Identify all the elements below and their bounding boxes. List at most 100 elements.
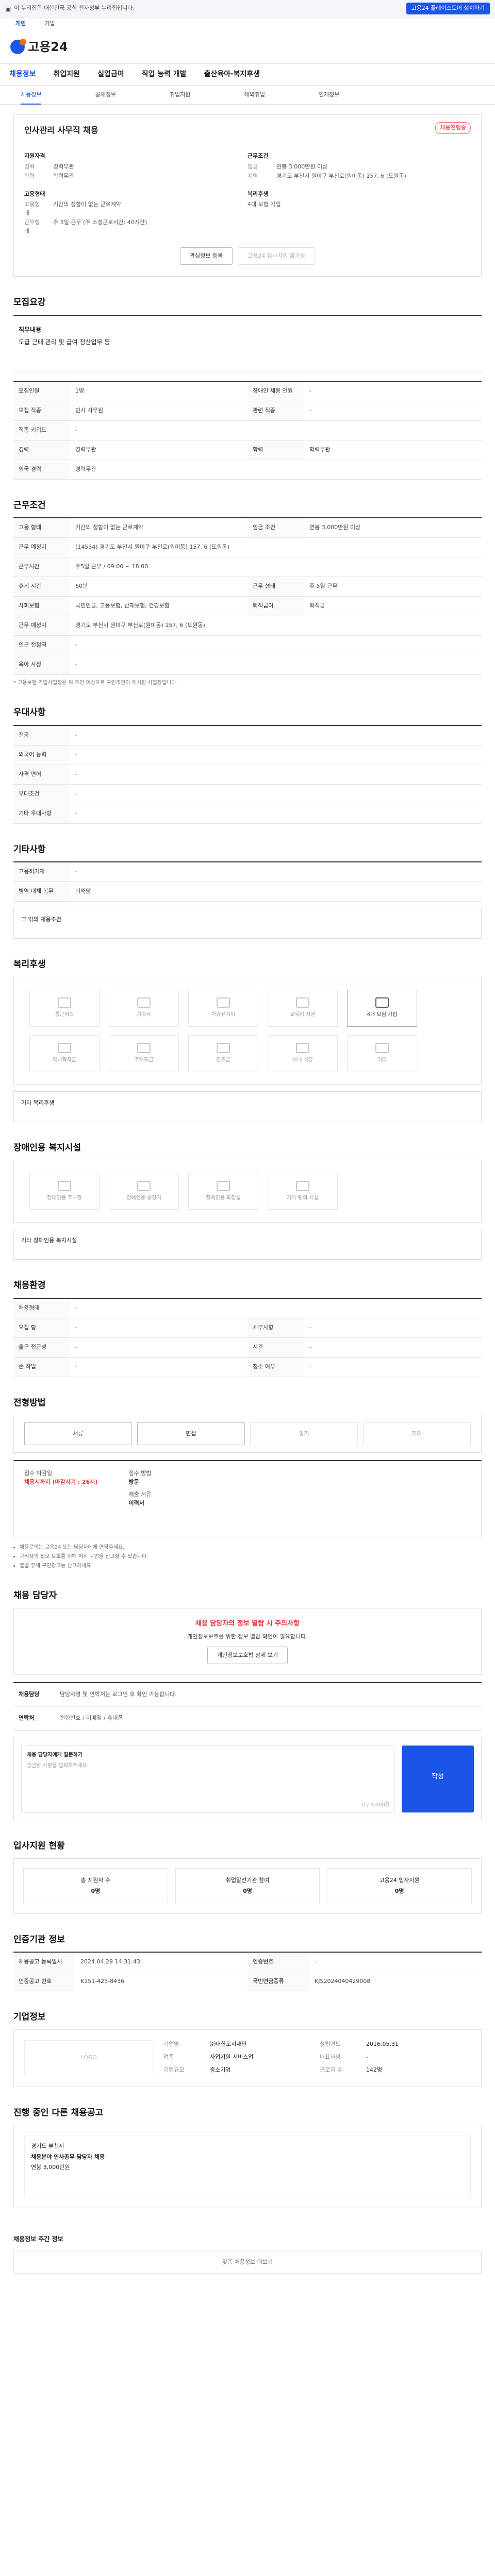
table-row: 인증공고 번호 K151-425-8436 국민연금종류 KJS20240404290… [13,1972,482,1991]
row-value: - [309,406,311,414]
question-placeholder: 궁금한 사항을 입력해주세요. [27,1763,89,1769]
welfare-icon [137,1043,151,1053]
sub-jobs[interactable]: 채용정보 [21,91,42,105]
row-key: 직종 키워드 [13,420,70,440]
row-value: 학력무관 [309,446,331,453]
nav-training[interactable]: 직업 능력 개발 [142,69,187,80]
selection-step: 필기 [250,1422,358,1445]
box-heading: 기타 복리후생 [21,1099,55,1106]
interest-button[interactable]: 관심정보 등록 [179,247,233,265]
tab-personal[interactable]: 개인 [15,20,26,28]
apply-button[interactable]: 고용24 입사지원 불가능 [238,247,316,265]
nav-jobs[interactable]: 채용정보 [9,69,36,80]
company-value: 사업지원 서비스업 [210,2053,254,2060]
table-row: 모집 직종 인사 사무원 관련 직종 - [13,401,482,421]
logo-text: 고용24 [28,39,68,54]
row-value: - [75,661,77,668]
welfare-label: 통근버스 [55,1012,74,1018]
stat-value: 0명 [91,1887,101,1894]
welfare-item: 기숙사 [109,989,179,1027]
company-info: 기업명 ㈜대한도시재단 설립연도 2016.05.31 업종 사업지원 서비스업 대표자명 -… [163,2040,471,2076]
selection-notes: 채용문의는 고용24 또는 담당자에게 연락주세요. 구직자의 정보 보호를 위… [13,1544,482,1570]
facility-label: 장애인용 화장실 [206,1195,241,1201]
row-key: 외국 경력 [13,460,70,479]
table-row: 모집 형 - 세부사항 - [13,1318,482,1338]
etc-table: 고용허가제 - 병역 대체 복무 비해당 [13,861,482,902]
company-value: 2016.05.31 [366,2040,399,2047]
row-value: 경력무관 [75,446,96,453]
tab-company[interactable]: 기업 [44,20,55,28]
section-preference: 우대사항 전공 - 외국어 능력 - 자격 면허 - 우대조건 - 기타 우대사항 - [13,706,482,824]
preference-table: 전공 - 외국어 능력 - 자격 면허 - 우대조건 - 기타 우대사항 - [13,724,482,824]
facility-label: 기타 편의 시설 [287,1195,319,1201]
welfare-item: 교육비 지원 [268,989,338,1027]
nav-welfare[interactable]: 출산육아·복지후생 [204,69,260,80]
more-jobs-button[interactable]: 맞춤 채용정보 더보기 [13,2251,482,2274]
section-title: 채용환경 [13,1280,46,1291]
value: 연봉 3,000만원 이상 [276,163,328,170]
row-value: - [75,868,77,875]
table-row: 고용 형태 기간의 정함이 없는 근로계약 임금 조건 연봉 3,000만원 이상 [13,518,482,538]
company-key: 대표자명 [320,2053,341,2060]
welfare-label: 자녀학자금 [53,1057,76,1063]
table-row: 인근 전철역 - [13,636,482,655]
welfare-item: 주택자금 [109,1035,179,1072]
site-logo[interactable]: 고용24 [10,38,68,56]
row-value: 60분 [75,583,88,589]
row-key: 청소 여부 [248,1357,304,1377]
row-key: 우대조건 [13,784,70,804]
section-selection: 전형방법 서류 면접 필기 기타 접수 마감일 채용시까지 (마감시기 : 26시) 접… [13,1397,482,1570]
row-key: 근무 형태 [248,577,304,596]
welfare-icon [217,997,230,1008]
row-value: (14534) 경기도 부천시 원미구 부천로(원미동) 157, 6 (도원동… [75,544,229,550]
value: 학력무관 [53,173,74,179]
submit-question-button[interactable]: 작성 [402,1745,474,1812]
row-value: 연봉 3,000만원 이상 [309,524,361,531]
alert-text: 개인정보보호를 위한 정보 열람 확인이 필요합니다. [187,1633,308,1640]
row-key: 모집인원 [13,381,70,401]
table-row: 직종 키워드 - [13,420,482,440]
value: 기간의 정함이 없는 근로계약 [53,201,121,208]
job-title: 인사관리 사무직 채용 [24,125,98,135]
sub-talent[interactable]: 인재정보 [319,91,339,99]
cert-table: 채용공고 등록일시 2024.04.29 14:31:43 인증번호 - 인증공고 번호… [13,1952,482,1991]
sub-public[interactable]: 공채정보 [95,91,116,99]
section-title: 기타사항 [13,844,46,855]
key: 임금 [248,163,258,170]
table-row: 전공 - [13,725,482,745]
nav-unemployment[interactable]: 실업급여 [97,69,124,80]
row-value: - [315,1958,317,1965]
box-text: 도급 근태 관리 및 급여 정산업무 등 [19,338,110,346]
info-key: 접수 마감일 [24,1470,53,1477]
sub-nav: 채용정보 공채정보 취업지원 해외취업 인재정보 [0,86,495,105]
company-value: ㈜대한도시재단 [210,2040,247,2047]
company-key: 기업규모 [163,2066,185,2074]
key: 학력 [24,173,35,179]
sub-overseas[interactable]: 해외취업 [244,91,265,99]
welfare-label: 기숙사 [137,1012,151,1018]
sub-support[interactable]: 취업지원 [170,91,190,99]
nav-employment-support[interactable]: 취업지원 [54,69,80,80]
disabled-facility-item: 기타 편의 시설 [268,1173,338,1210]
row-value: - [309,1343,311,1350]
row-key: 사회보험 [13,597,70,616]
row-key: 경력 [13,440,70,460]
table-row: 외국어 능력 - [13,745,482,765]
row-key: 기타 우대사항 [13,804,70,823]
section-environment: 채용환경 채용형태 - 모집 형 - 세부사항 - 출근 접근성 - 시간 - 손 작업 - 청소 여부… [13,1279,482,1377]
install-app-button[interactable]: 고용24 플레이스토어 설치하기 [406,3,490,14]
row-key: 자격 면허 [13,765,70,784]
row-key: 채용공고 등록일시 [13,1953,75,1972]
selection-step: 기타 [363,1422,471,1445]
privacy-detail-button[interactable]: 개인정보보호법 상세 보기 [207,1646,288,1664]
conditions-table: 고용 형태 기간의 정함이 없는 근로계약 임금 조건 연봉 3,000만원 이상근무… [13,517,482,675]
key: 근무형태 [24,219,40,234]
stat-card: 취업알선기관 참여 0명 [175,1868,320,1904]
job-card[interactable]: 경기도 부천시 채용분야 인사총무 담당자 채용 연봉 3,000만원 [24,2136,471,2197]
question-textarea[interactable]: 채용 담당자에게 질문하기 궁금한 사항을 입력해주세요. 0 / 3,000자 [21,1745,394,1812]
table-row: 고용허가제 - [13,862,482,882]
welfare-item: 4대 보험 가입 [347,989,417,1027]
row-value: - [309,387,311,394]
job-summary-card: 인사관리 사무직 채용 채용진행중 지원자격 경력 경력무관 학력 학력무관 고용형… [13,114,482,277]
summary-left: 지원자격 경력 경력무관 학력 학력무관 고용형태 고용형태 기간의 정함이 없는 근… [24,152,248,245]
